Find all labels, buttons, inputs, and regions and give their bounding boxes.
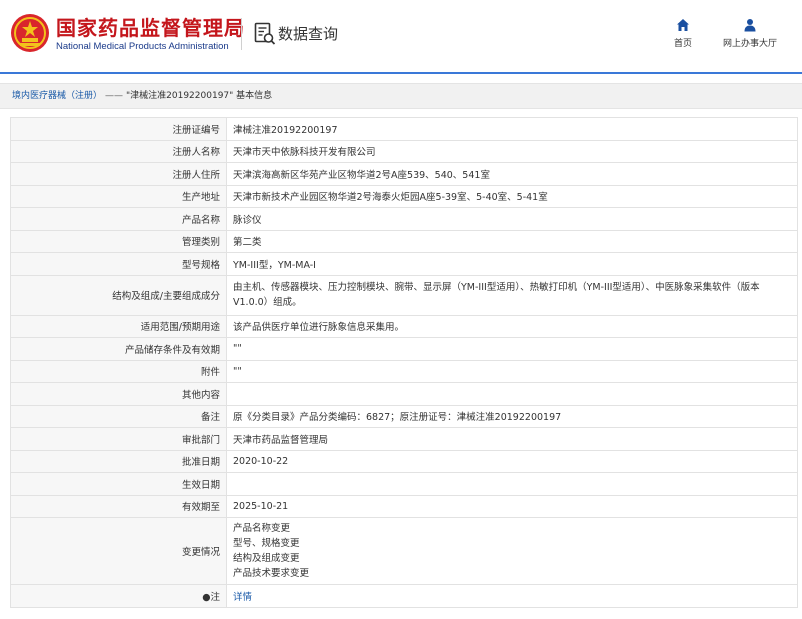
field-label: 有效期至 [10,494,227,518]
field-label: 变更情况 [10,517,227,585]
field-value: 2020-10-22 [226,449,798,473]
site-header: 国家药品监督管理局 National Medical Products Admi… [0,0,802,72]
table-row: 备注 原《分类目录》产品分类编码：6827；原注册证号：津械注准20192200… [10,404,798,428]
field-label: ●注 [10,584,227,608]
home-icon [677,19,689,31]
breadcrumb-separator: —— [105,91,124,101]
nav-home-label: 首页 [673,39,692,49]
user-icon [744,19,756,32]
field-value: 天津市药品监督管理局 [226,427,798,451]
data-query-icon [254,22,276,45]
header-divider [241,18,242,50]
table-row: ●注 详情 [10,584,798,608]
table-row: 产品名称 脉诊仪 [10,207,798,231]
field-label: 适用范围/预期用途 [10,314,227,338]
field-label: 注册人名称 [10,139,227,163]
field-value: 天津滨海高新区华苑产业区物华道2号A座539、540、541室 [226,162,798,186]
table-row: 生效日期 [10,472,798,496]
change-item: 结构及组成变更 [233,553,300,564]
breadcrumb-current: "津械注准20192200197" 基本信息 [126,91,273,101]
field-value: 第二类 [226,229,798,253]
site-title: 国家药品监督管理局 [56,16,245,40]
field-value: "" [226,337,798,361]
table-row: 产品储存条件及有效期 "" [10,337,798,361]
field-value: 天津市天中依脉科技开发有限公司 [226,139,798,163]
table-row: 批准日期 2020-10-22 [10,449,798,473]
field-label: 备注 [10,404,227,428]
field-label: 结构及组成/主要组成成分 [10,274,227,316]
field-label: 审批部门 [10,427,227,451]
change-item: 产品名称变更 [233,523,291,534]
field-value [226,382,798,406]
field-label: 管理类别 [10,229,227,253]
table-row: 其他内容 [10,382,798,406]
nav-home[interactable]: 首页 [668,18,698,49]
nav-online-hall[interactable]: 网上办事大厅 [717,18,783,49]
table-row: 生产地址 天津市新技术产业园区物华道2号海泰火炬园A座5-39室、5-40室、5… [10,184,798,208]
detail-link[interactable]: 详情 [233,592,252,603]
field-label: 产品名称 [10,207,227,231]
field-label: 产品储存条件及有效期 [10,337,227,361]
change-item: 型号、规格变更 [233,538,300,549]
field-value: 由主机、传感器模块、压力控制模块、腕带、显示屏（YM-III型适用）、热敏打印机… [226,274,798,316]
field-value: YM-III型，YM-MA-I [226,252,798,276]
change-item: 产品技术要求变更 [233,568,310,579]
data-query-label: 数据查询 [278,25,339,43]
table-row: 注册人名称 天津市天中依脉科技开发有限公司 [10,139,798,163]
change-list: 产品名称变更 型号、规格变更 结构及组成变更 产品技术要求变更 [226,517,798,585]
table-row: 适用范围/预期用途 该产品供医疗单位进行脉象信息采集用。 [10,314,798,338]
note-label: 注 [210,591,220,603]
header-accent-line [0,72,802,74]
table-row: 审批部门 天津市药品监督管理局 [10,427,798,451]
field-label: 注册人住所 [10,162,227,186]
field-label: 生产地址 [10,184,227,208]
field-label: 其他内容 [10,382,227,406]
field-value: "" [226,359,798,383]
field-label: 批准日期 [10,449,227,473]
table-row: 注册证编号 津械注准20192200197 [10,117,798,141]
field-value: 详情 [226,584,798,608]
table-row: 结构及组成/主要组成成分 由主机、传感器模块、压力控制模块、腕带、显示屏（YM-… [10,274,798,316]
field-value: 天津市新技术产业园区物华道2号海泰火炬园A座5-39室、5-40室、5-41室 [226,184,798,208]
field-label: 注册证编号 [10,117,227,141]
field-value: 原《分类目录》产品分类编码：6827；原注册证号：津械注准20192200197 [226,404,798,428]
breadcrumb-parent-link[interactable]: 境内医疗器械（注册） [12,91,102,101]
field-label: 型号规格 [10,252,227,276]
breadcrumb: 境内医疗器械（注册） —— "津械注准20192200197" 基本信息 [0,83,802,109]
field-label: 附件 [10,359,227,383]
device-info-table: 注册证编号 津械注准20192200197 注册人名称 天津市天中依脉科技开发有… [10,117,798,608]
field-value [226,472,798,496]
table-row: 注册人住所 天津滨海高新区华苑产业区物华道2号A座539、540、541室 [10,162,798,186]
table-row: 变更情况 产品名称变更 型号、规格变更 结构及组成变更 产品技术要求变更 [10,517,798,585]
field-value: 2025-10-21 [226,494,798,518]
nav-online-label: 网上办事大厅 [722,39,777,49]
table-row: 有效期至 2025-10-21 [10,494,798,518]
field-value: 该产品供医疗单位进行脉象信息采集用。 [226,314,798,338]
field-label: 生效日期 [10,472,227,496]
site-title-en: National Medical Products Administration [56,41,229,52]
table-row: 附件 "" [10,359,798,383]
national-emblem-icon [11,14,49,52]
field-value: 脉诊仪 [226,207,798,231]
table-row: 管理类别 第二类 [10,229,798,253]
field-value: 津械注准20192200197 [226,117,798,141]
table-row: 型号规格 YM-III型，YM-MA-I [10,252,798,276]
